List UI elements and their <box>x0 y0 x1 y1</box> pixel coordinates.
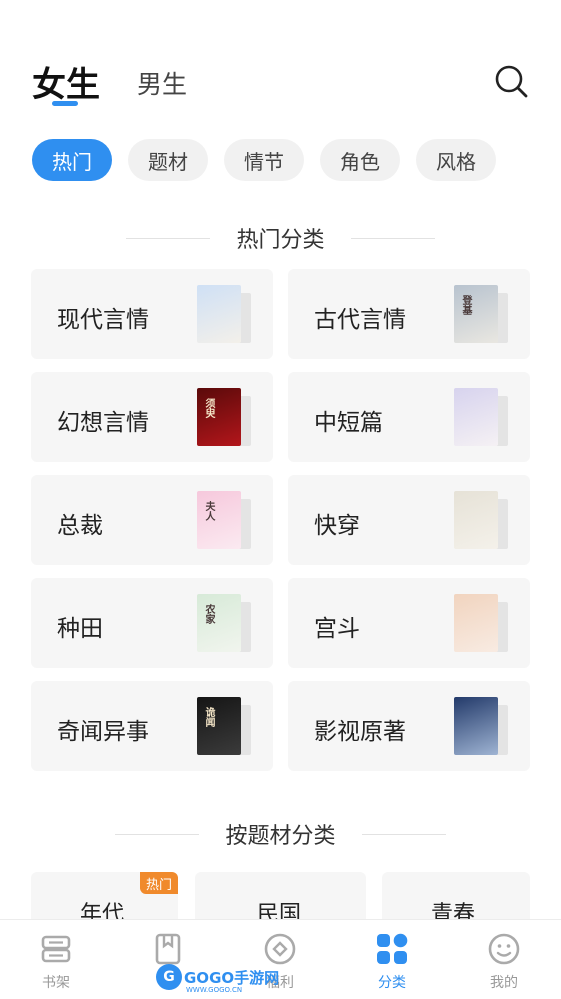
search-icon[interactable] <box>494 64 528 98</box>
nav-label: 书架 <box>42 975 70 991</box>
book-cover <box>197 285 241 343</box>
category-page: 女生 男生 热门 题材 情节 角色 风格 热门分类 现代言情 古代言情 登基 幻想言情… <box>0 0 561 999</box>
book-cover-thumbnail: 诡闻 <box>197 697 251 755</box>
cover-title: 须臾 <box>203 398 214 418</box>
section-title-hot: 热门分类 <box>0 222 561 254</box>
category-icon <box>377 933 408 964</box>
category-label: 宫斗 <box>314 616 360 642</box>
book-cover: 夫人 <box>197 491 241 549</box>
category-card[interactable]: 现代言情 <box>31 269 273 359</box>
book-cover-thumbnail <box>197 285 251 343</box>
book-cover <box>454 697 498 755</box>
filter-chip-hot[interactable]: 热门 <box>32 139 112 181</box>
category-label: 总裁 <box>57 513 103 539</box>
book-cover-thumbnail: 夫人 <box>197 491 251 549</box>
nav-label: 我的 <box>490 975 518 991</box>
category-label: 幻想言情 <box>57 410 149 436</box>
section-title-topic: 按题材分类 <box>0 818 561 850</box>
book-cover-thumbnail: 农家 <box>197 594 251 652</box>
category-label: 影视原著 <box>314 719 406 745</box>
category-card[interactable]: 奇闻异事 诡闻 <box>31 681 273 771</box>
watermark-text: GOGO手游网 <box>184 968 280 987</box>
watermark-logo-icon: G <box>156 964 182 990</box>
divider <box>361 833 446 835</box>
category-card[interactable]: 中短篇 <box>288 372 530 462</box>
book-cover: 诡闻 <box>197 697 241 755</box>
hot-badge: 热门 <box>140 872 178 894</box>
nav-bookshelf[interactable]: 书架 <box>16 932 96 992</box>
watermark: G GOGO手游网 WWW.GOGO.CN <box>156 964 280 994</box>
cover-title: 登基 <box>460 295 471 315</box>
filter-chip-theme[interactable]: 题材 <box>128 139 208 181</box>
category-label: 中短篇 <box>314 410 383 436</box>
filter-chips: 热门 题材 情节 角色 风格 <box>32 139 496 181</box>
filter-chip-role[interactable]: 角色 <box>320 139 400 181</box>
category-card[interactable]: 幻想言情 须臾 <box>31 372 273 462</box>
book-cover: 登基 <box>454 285 498 343</box>
category-label: 现代言情 <box>57 307 149 333</box>
category-grid: 现代言情 古代言情 登基 幻想言情 须臾 中短篇 总裁 夫人 快穿 种田 农家 宫斗 奇闻异事 诡闻 影视原… <box>31 269 530 771</box>
cover-title: 诡闻 <box>203 707 214 727</box>
book-icon <box>155 933 181 965</box>
category-card[interactable]: 古代言情 登基 <box>288 269 530 359</box>
category-card[interactable]: 总裁 夫人 <box>31 475 273 565</box>
category-label: 奇闻异事 <box>57 719 149 745</box>
section-title-text: 按题材分类 <box>225 824 336 849</box>
bookshelf-icon <box>41 935 71 963</box>
book-cover <box>454 491 498 549</box>
divider <box>126 237 211 239</box>
book-cover-thumbnail <box>454 491 508 549</box>
nav-profile[interactable]: 我的 <box>464 932 544 992</box>
category-label: 快穿 <box>314 513 360 539</box>
cover-title: 夫人 <box>203 501 214 521</box>
divider <box>350 237 435 239</box>
category-card[interactable]: 种田 农家 <box>31 578 273 668</box>
book-cover-thumbnail <box>454 594 508 652</box>
book-cover-thumbnail <box>454 388 508 446</box>
active-tab-indicator <box>52 101 78 106</box>
profile-icon <box>488 933 520 965</box>
nav-category[interactable]: 分类 <box>352 932 432 992</box>
bottom-nav: 书架 书城 福利 分类 <box>0 919 561 999</box>
divider <box>115 833 200 835</box>
book-cover <box>454 388 498 446</box>
category-label: 古代言情 <box>314 307 406 333</box>
gift-icon <box>264 933 296 965</box>
book-cover: 须臾 <box>197 388 241 446</box>
watermark-sub: WWW.GOGO.CN <box>186 986 243 994</box>
book-cover-thumbnail <box>454 697 508 755</box>
tab-male[interactable]: 男生 <box>137 65 187 101</box>
category-card[interactable]: 影视原著 <box>288 681 530 771</box>
nav-label: 分类 <box>378 975 406 991</box>
book-cover-thumbnail: 须臾 <box>197 388 251 446</box>
category-card[interactable]: 快穿 <box>288 475 530 565</box>
header: 女生 男生 <box>0 0 561 120</box>
book-cover <box>454 594 498 652</box>
category-card[interactable]: 宫斗 <box>288 578 530 668</box>
tab-female[interactable]: 女生 <box>32 57 100 106</box>
category-label: 种田 <box>57 616 103 642</box>
filter-chip-plot[interactable]: 情节 <box>224 139 304 181</box>
section-title-text: 热门分类 <box>236 228 325 253</box>
book-cover-thumbnail: 登基 <box>454 285 508 343</box>
book-cover: 农家 <box>197 594 241 652</box>
filter-chip-style[interactable]: 风格 <box>416 139 496 181</box>
cover-title: 农家 <box>203 604 214 624</box>
